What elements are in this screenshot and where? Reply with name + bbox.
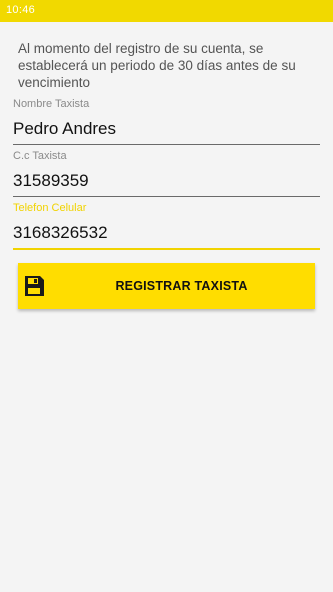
name-input[interactable]: Pedro Andres	[13, 119, 320, 145]
info-text: Al momento del registro de su cuenta, se…	[18, 41, 296, 90]
cc-field[interactable]: C.c Taxista 31589359	[13, 150, 320, 197]
cc-label: C.c Taxista	[13, 150, 67, 162]
name-label: Nombre Taxista	[13, 98, 90, 110]
phone-label: Telefon Celular	[13, 202, 87, 214]
name-field[interactable]: Nombre Taxista Pedro Andres	[13, 98, 320, 145]
cc-input[interactable]: 31589359	[13, 171, 320, 197]
register-taxista-button[interactable]: REGISTRAR TAXISTA	[18, 263, 315, 309]
status-bar: 10:46	[0, 0, 333, 22]
phone-field[interactable]: Telefon Celular 3168326532	[13, 202, 320, 250]
register-button-label: REGISTRAR TAXISTA	[115, 279, 248, 293]
status-time: 10:46	[6, 4, 36, 16]
floppy-disk-icon	[25, 276, 44, 296]
phone-input[interactable]: 3168326532	[13, 223, 320, 250]
